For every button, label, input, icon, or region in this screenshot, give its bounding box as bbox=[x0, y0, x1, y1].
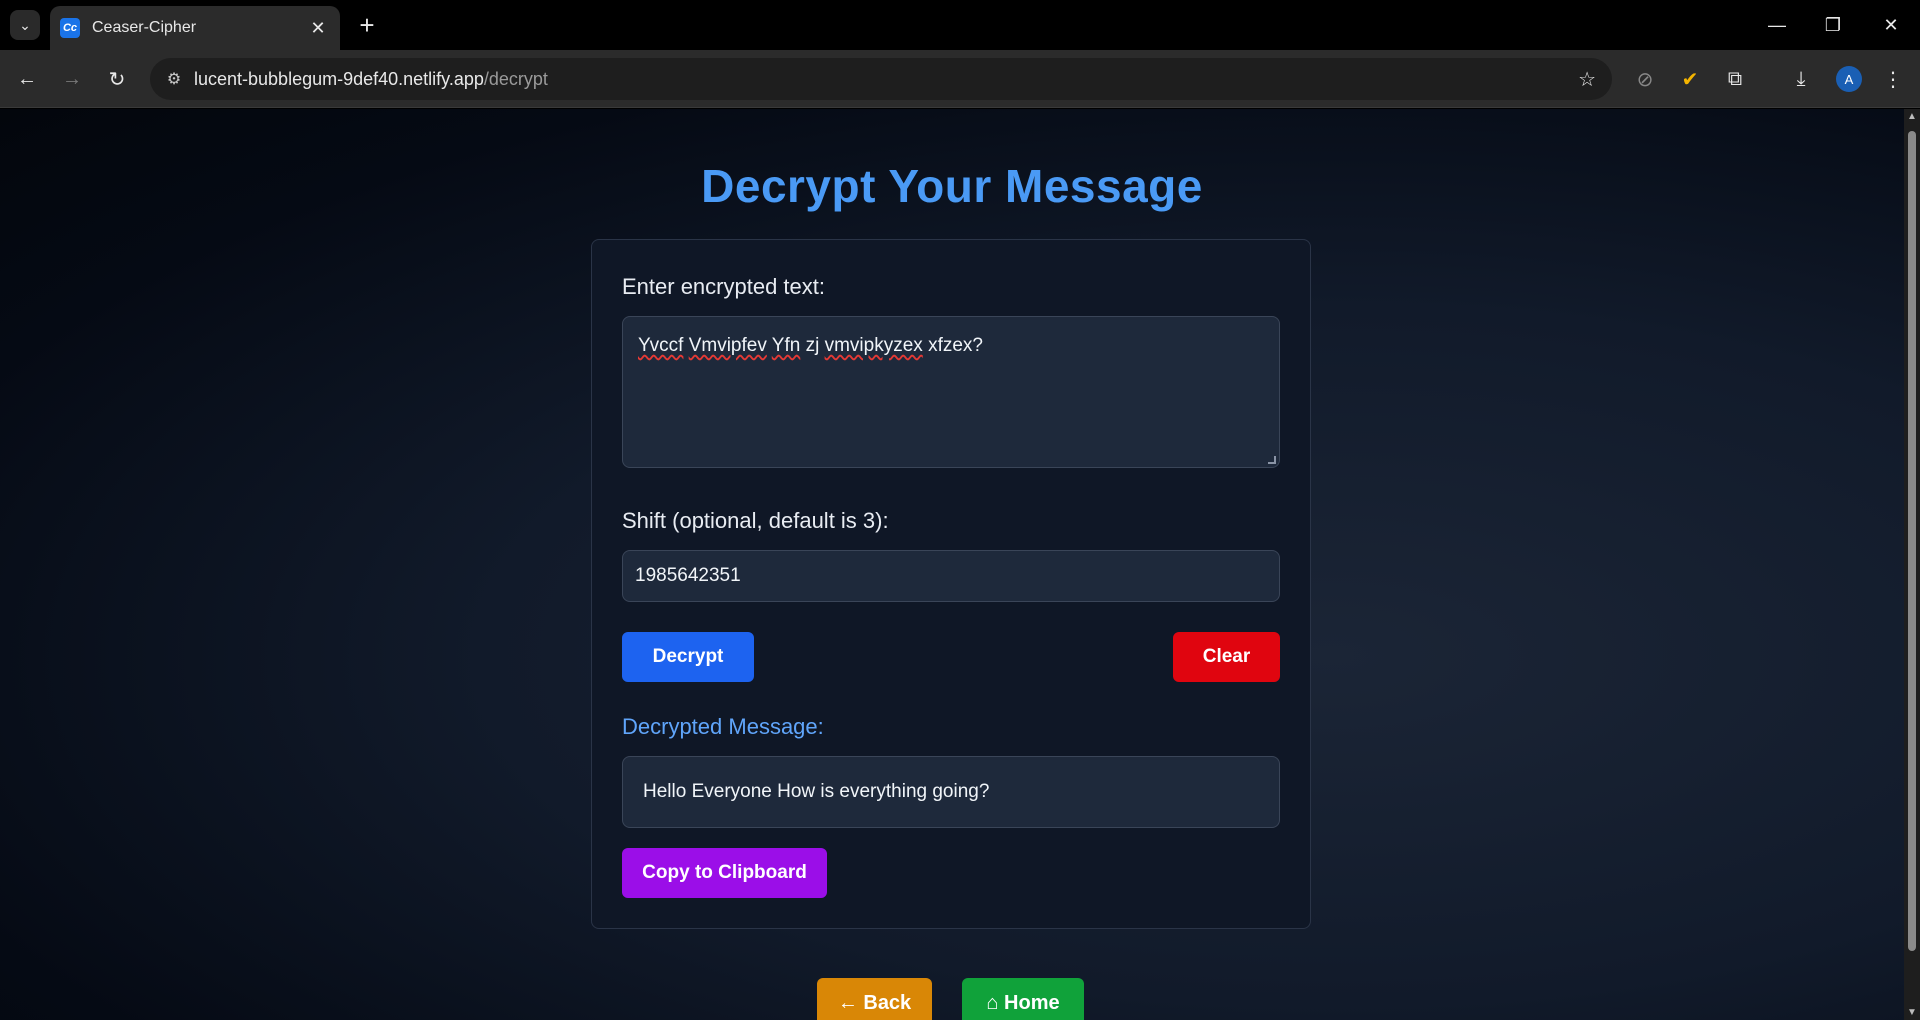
decrypted-message-label: Decrypted Message: bbox=[622, 714, 824, 739]
shift-input[interactable]: 1985642351 bbox=[622, 550, 1280, 602]
new-tab-plus-icon[interactable]: + bbox=[352, 10, 382, 40]
encrypted-word: vmvipkyzex bbox=[824, 335, 923, 356]
page-title: Decrypt Your Message bbox=[701, 160, 1203, 212]
tab-close-icon[interactable]: ✕ bbox=[306, 18, 330, 39]
browser-tab[interactable]: Cc Ceaser-Cipher ✕ bbox=[50, 6, 340, 50]
home-button[interactable]: ⌂ Home bbox=[962, 978, 1084, 1020]
encrypted-word: Yfn bbox=[771, 335, 801, 356]
profile-avatar[interactable]: A bbox=[1836, 66, 1862, 92]
tab-search-chevron-icon[interactable]: ⌄ bbox=[10, 10, 40, 40]
forward-arrow-icon[interactable]: → bbox=[55, 62, 89, 96]
clear-button[interactable]: Clear bbox=[1173, 632, 1280, 682]
site-favicon-icon: Cc bbox=[60, 18, 80, 38]
url-host: lucent-bubblegum-9def40.netlify.app bbox=[194, 68, 484, 89]
extension-blocked-icon[interactable]: ⊘ bbox=[1630, 64, 1660, 94]
menu-kebab-icon[interactable]: ⋮ bbox=[1878, 64, 1908, 94]
extensions-puzzle-icon[interactable]: ⧉ bbox=[1720, 64, 1750, 94]
reload-icon[interactable]: ↻ bbox=[100, 62, 134, 96]
browser-toolbar: ← → ↻ ⚙ lucent-bubblegum-9def40.netlify.… bbox=[0, 50, 1920, 108]
encrypted-text-area[interactable]: Yvccf Vmvipfev Yfn zj vmvipkyzex xfzex? bbox=[622, 316, 1280, 468]
page-scrollbar[interactable]: ▲ ▼ bbox=[1904, 109, 1920, 1020]
encrypted-text-label: Enter encrypted text: bbox=[622, 274, 825, 299]
scroll-down-arrow-icon[interactable]: ▼ bbox=[1907, 1007, 1917, 1018]
back-button[interactable]: ← Back bbox=[817, 978, 932, 1020]
scroll-up-arrow-icon[interactable]: ▲ bbox=[1907, 111, 1917, 122]
decrypt-card: Enter encrypted text: Yvccf Vmvipfev Yfn… bbox=[591, 239, 1311, 929]
encrypted-word: zj bbox=[805, 335, 820, 356]
decrypted-message-output: Hello Everyone How is everything going? bbox=[622, 756, 1280, 828]
minimize-icon[interactable]: — bbox=[1752, 8, 1802, 42]
encrypted-word: Vmvipfev bbox=[688, 335, 767, 356]
encrypted-word: Yvccf bbox=[638, 335, 684, 356]
extension-check-icon[interactable]: ✔ bbox=[1675, 64, 1705, 94]
back-arrow-icon[interactable]: ← bbox=[10, 62, 44, 96]
decrypt-button[interactable]: Decrypt bbox=[622, 632, 754, 682]
url-path: /decrypt bbox=[483, 68, 548, 89]
encrypted-word: xfzex? bbox=[928, 335, 983, 356]
copy-to-clipboard-button[interactable]: Copy to Clipboard bbox=[622, 848, 827, 898]
bookmark-star-icon[interactable]: ☆ bbox=[1578, 67, 1596, 92]
resize-handle[interactable] bbox=[1268, 456, 1276, 464]
window-close-icon[interactable]: ✕ bbox=[1866, 8, 1916, 42]
page-viewport: Decrypt Your Message Enter encrypted tex… bbox=[0, 109, 1904, 1020]
tab-title: Ceaser-Cipher bbox=[92, 19, 197, 36]
download-icon[interactable]: ⤓ bbox=[1786, 64, 1816, 94]
tab-strip: ⌄ Cc Ceaser-Cipher ✕ + — ❐ ✕ bbox=[0, 0, 1920, 50]
site-info-icon[interactable]: ⚙ bbox=[154, 59, 194, 99]
scroll-thumb[interactable] bbox=[1908, 131, 1916, 951]
restore-icon[interactable]: ❐ bbox=[1808, 8, 1858, 42]
address-bar[interactable]: ⚙ lucent-bubblegum-9def40.netlify.app /d… bbox=[150, 58, 1612, 100]
shift-label: Shift (optional, default is 3): bbox=[622, 508, 889, 533]
